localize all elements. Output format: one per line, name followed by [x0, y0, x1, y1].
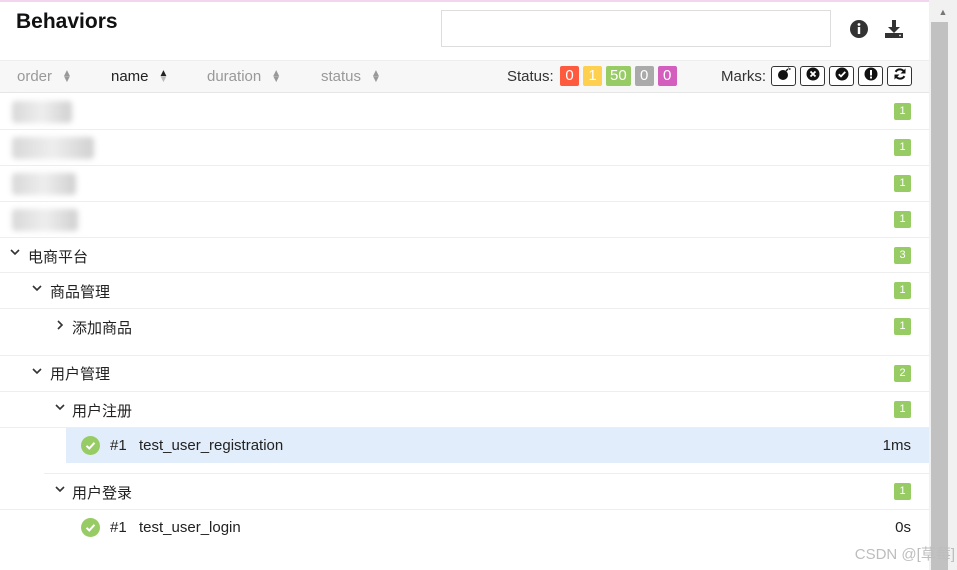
count-badge: 1	[894, 175, 911, 192]
mark-new-passed-button[interactable]	[829, 66, 854, 86]
status-filter-label: Status:	[507, 68, 554, 85]
tree-node-label: 用户管理	[50, 366, 111, 383]
scrollbar-thumb[interactable]	[931, 22, 948, 570]
test-case-number: #1	[110, 519, 127, 536]
tree-node-label: 用户注册	[72, 403, 133, 420]
count-badge: 1	[894, 211, 911, 228]
count-badge: 2	[894, 365, 911, 382]
marks-filter-label: Marks:	[721, 68, 766, 85]
sort-by-status[interactable]: status ▲ ▼	[321, 68, 381, 85]
status-badge-passed[interactable]: 50	[606, 66, 631, 86]
watermark-text: CSDN @[草莓]	[854, 546, 955, 563]
count-badge: 3	[894, 247, 911, 264]
mark-flaky-button[interactable]	[771, 66, 796, 86]
test-case-name: test_user_registration	[139, 437, 284, 454]
mark-new-broken-button[interactable]	[858, 66, 883, 86]
sort-header-bar: order ▲ ▼ name ▲ ▼ duration ▲ ▼ status ▲ ▼ S…	[0, 60, 929, 93]
status-badge-unknown[interactable]: 0	[657, 66, 677, 86]
sort-label-duration: duration	[207, 68, 262, 85]
sort-label-status: status	[321, 68, 362, 85]
search-input[interactable]	[441, 10, 831, 47]
vertical-scrollbar[interactable]: ▲	[929, 0, 957, 570]
tree-node-label: 电商平台	[28, 249, 89, 266]
tree-node-add-product[interactable]: 添加商品 1	[0, 309, 929, 356]
test-case-duration: 0s	[895, 519, 911, 536]
count-badge: 1	[894, 483, 911, 500]
redacted-label	[12, 209, 78, 231]
sort-arrows-icon: ▲ ▼	[158, 67, 169, 85]
redacted-label	[12, 137, 94, 159]
chevron-down-icon	[54, 483, 66, 498]
tree-leaf-container: #1 test_user_registration 1ms	[0, 428, 929, 474]
status-badge-broken[interactable]: 1	[583, 66, 602, 86]
status-filter-badges: 0 1 50 0 0	[560, 66, 677, 86]
test-case-name: test_user_login	[139, 519, 241, 536]
redacted-label	[12, 101, 72, 123]
check-circle-icon	[81, 518, 100, 537]
scroll-up-arrow-icon[interactable]: ▲	[929, 4, 957, 20]
count-badge: 1	[894, 282, 911, 299]
test-case-number: #1	[110, 437, 127, 454]
marks-filter-buttons	[771, 66, 912, 86]
tree-node-label: 用户登录	[72, 485, 133, 502]
count-badge: 1	[894, 318, 911, 335]
bomb-icon	[777, 66, 791, 86]
sort-arrows-icon: ▲ ▼	[62, 67, 72, 85]
count-badge: 1	[894, 401, 911, 418]
tree-node-blurred[interactable]: 1	[0, 166, 929, 202]
status-badge-failed[interactable]: 0	[560, 66, 579, 86]
sort-label-order: order	[17, 68, 53, 85]
sort-by-name[interactable]: name ▲ ▼	[111, 68, 168, 85]
chevron-down-icon	[54, 401, 66, 416]
tree-node-label: 商品管理	[50, 284, 111, 301]
info-circle-icon[interactable]	[848, 18, 870, 40]
status-badge-skipped[interactable]: 0	[634, 66, 654, 86]
sort-arrows-icon: ▲ ▼	[271, 67, 282, 85]
download-icon[interactable]	[883, 18, 905, 40]
redacted-label	[12, 173, 76, 195]
tree-node-blurred[interactable]: 1	[0, 202, 929, 238]
tree-node-user-login[interactable]: 用户登录 1	[0, 474, 929, 510]
check-circle-icon	[81, 436, 100, 455]
test-case-row[interactable]: #1 test_user_login 0s	[66, 510, 929, 545]
page-title: Behaviors	[16, 10, 118, 33]
sort-arrows-icon: ▲ ▼	[371, 67, 381, 85]
sort-by-order[interactable]: order ▲ ▼	[17, 68, 72, 85]
times-circle-icon	[806, 67, 820, 86]
check-circle-icon	[835, 67, 849, 86]
tree-node-user-register[interactable]: 用户注册 1	[0, 392, 929, 428]
chevron-right-icon	[54, 319, 66, 334]
tree-node-ecommerce[interactable]: 电商平台 3	[0, 238, 929, 273]
tree-node-user-mgmt[interactable]: 用户管理 2	[0, 356, 929, 392]
tree-node-blurred[interactable]: 1	[0, 94, 929, 130]
sort-by-duration[interactable]: duration ▲ ▼	[207, 68, 281, 85]
tree-leaf-container: #1 test_user_login 0s	[0, 510, 929, 550]
behaviors-panel: Behaviors order ▲ ▼ name ▲ ▼ duration ▲ ▼ s…	[0, 2, 929, 570]
chevron-down-icon	[31, 282, 43, 297]
tree-node-label: 添加商品	[72, 320, 133, 337]
tree-node-blurred[interactable]: 1	[0, 130, 929, 166]
test-case-row[interactable]: #1 test_user_registration 1ms	[66, 428, 929, 463]
sort-label-name: name	[111, 68, 149, 85]
count-badge: 1	[894, 139, 911, 156]
count-badge: 1	[894, 103, 911, 120]
chevron-down-icon	[31, 365, 43, 380]
test-case-duration: 1ms	[882, 437, 911, 454]
exclamation-circle-icon	[864, 67, 878, 86]
mark-new-failed-button[interactable]	[800, 66, 825, 86]
chevron-down-icon	[9, 246, 21, 261]
mark-retries-button[interactable]	[887, 66, 912, 86]
tree-node-product-mgmt[interactable]: 商品管理 1	[0, 273, 929, 309]
refresh-icon	[893, 67, 907, 86]
